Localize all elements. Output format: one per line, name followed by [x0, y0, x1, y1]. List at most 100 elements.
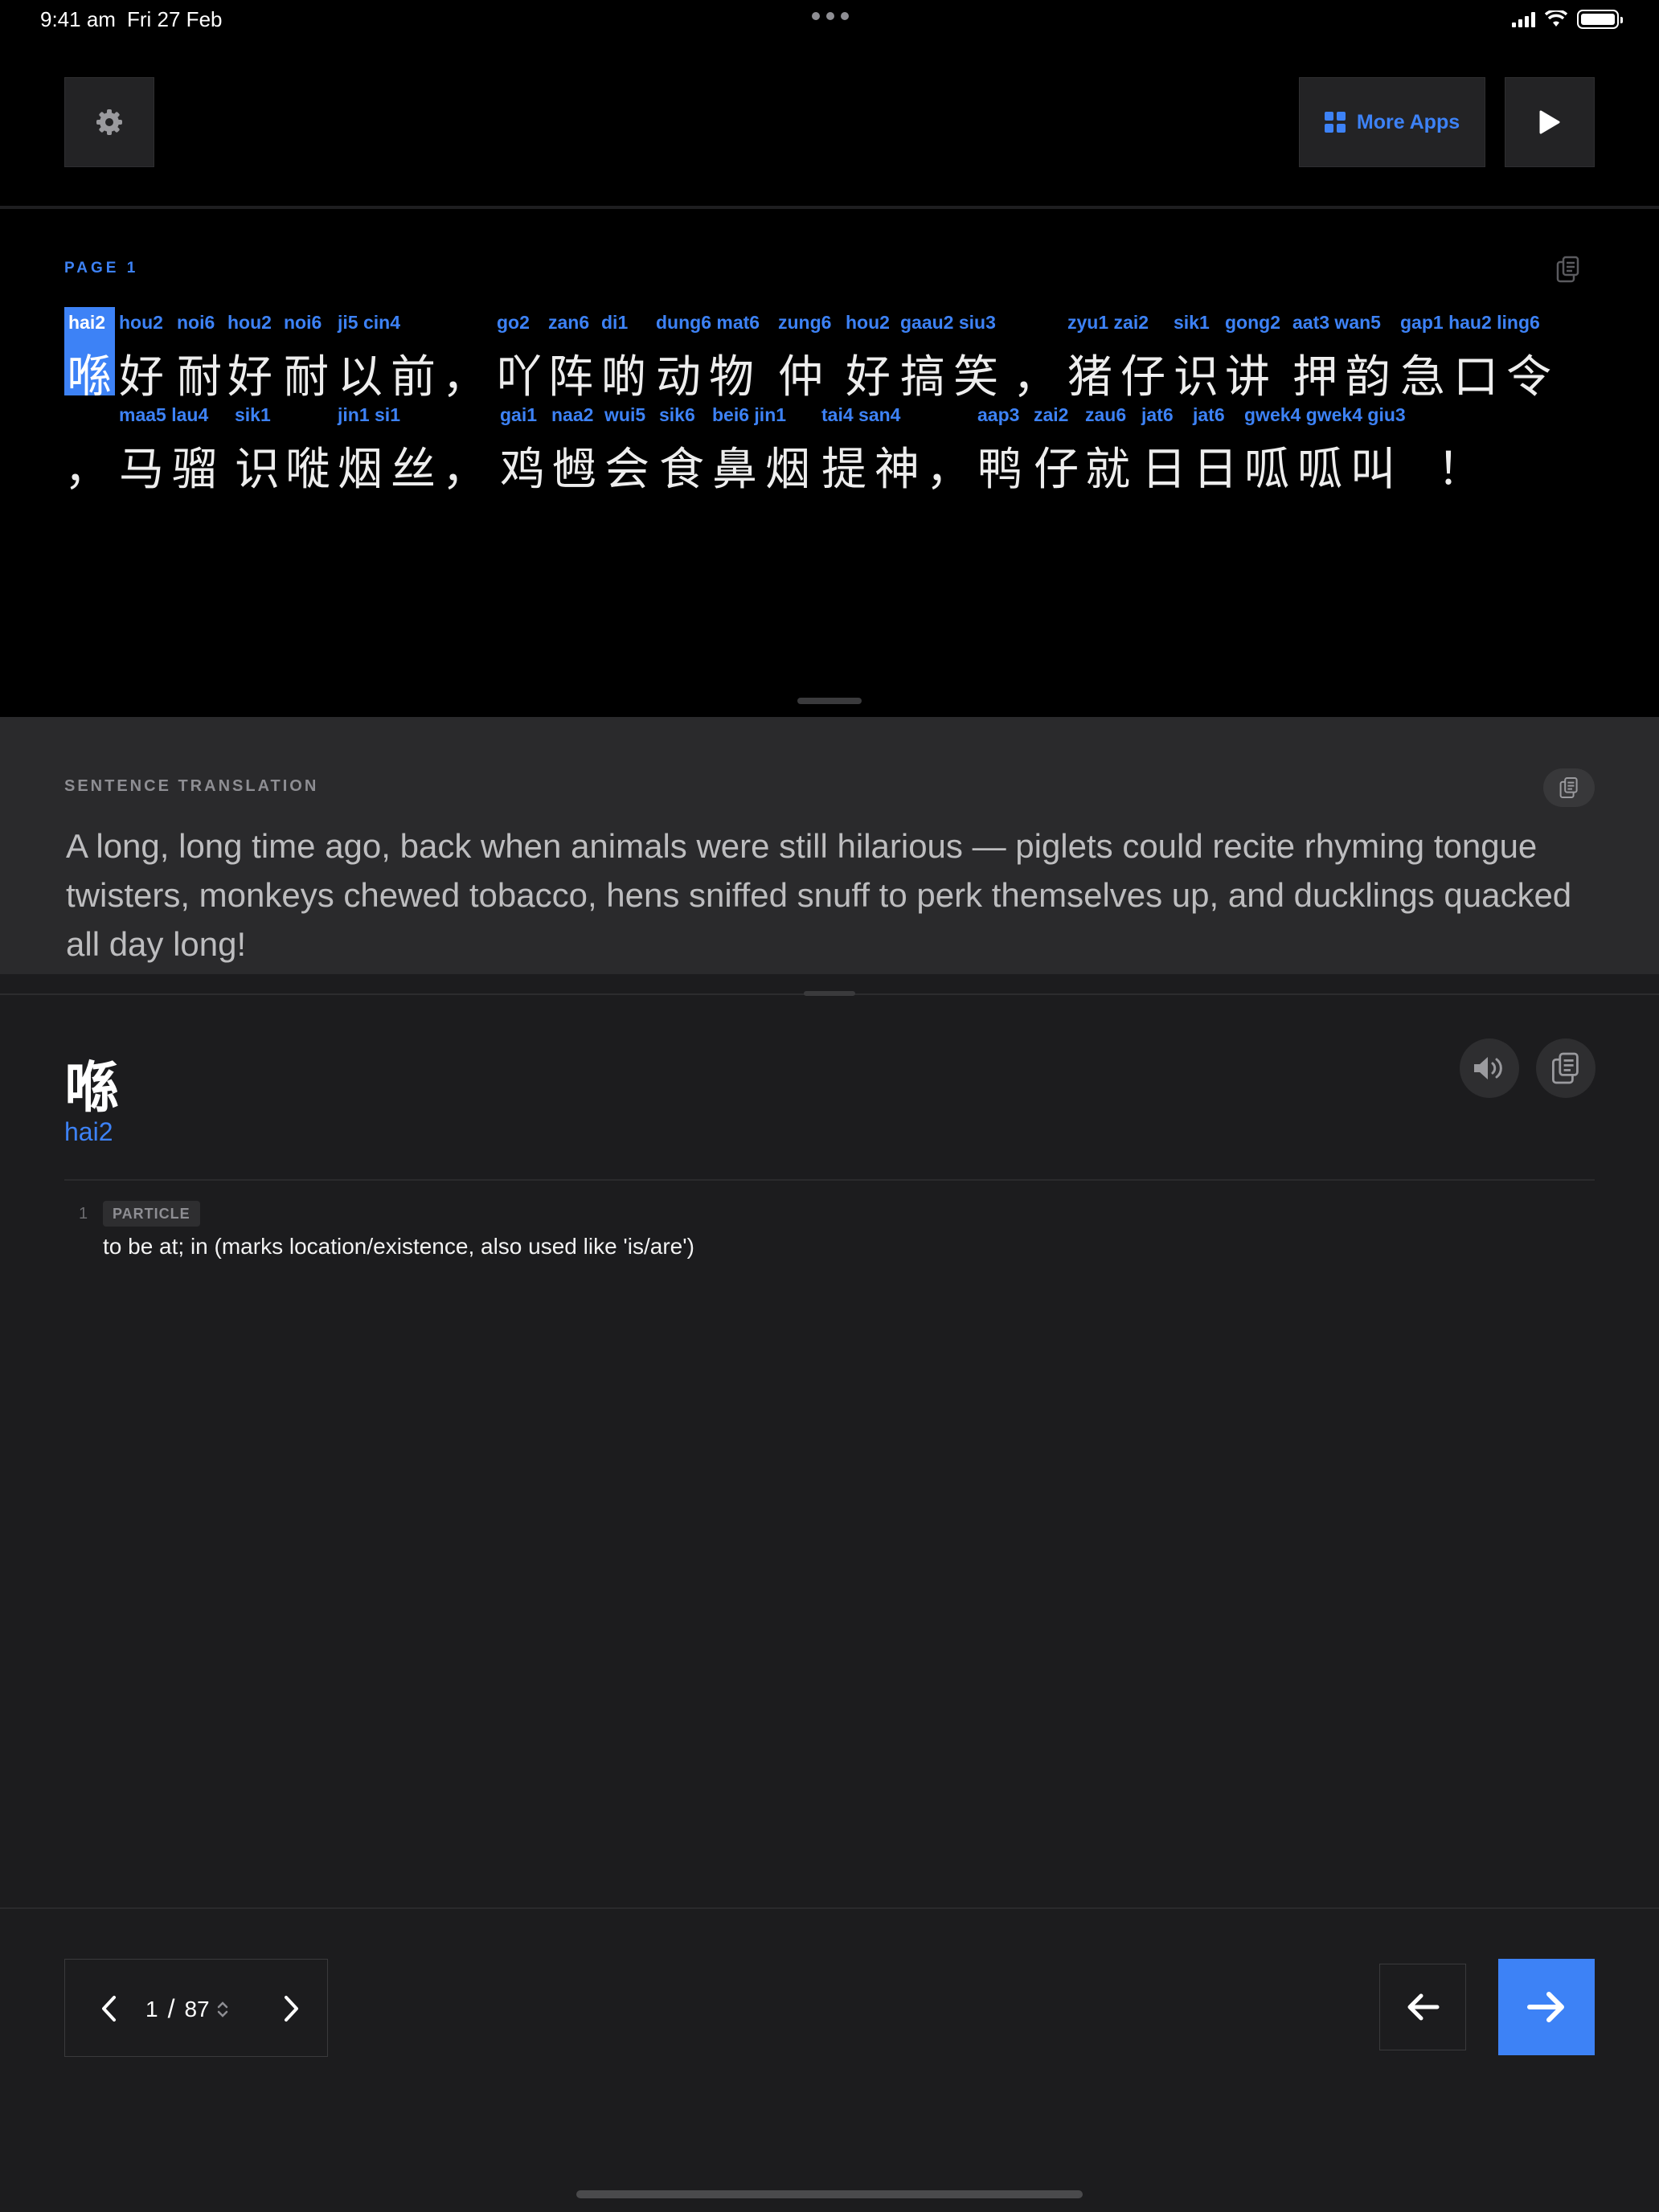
- previous-page-button[interactable]: [89, 1989, 129, 2029]
- token-ruby: noi6: [284, 312, 322, 333]
- copy-word-button[interactable]: [1536, 1038, 1596, 1098]
- punctuation: ！: [1437, 444, 1482, 494]
- token-ruby: hou2: [846, 312, 890, 333]
- token-ruby: gai1: [500, 404, 538, 425]
- token-hanzi: 动物: [656, 351, 762, 403]
- reader-panel: 9:41 am Fri 27 Feb More Apps PAGE 1 hai2…: [0, 0, 1659, 717]
- token-ruby: naa2: [551, 404, 594, 425]
- token-hanzi: 仔: [1034, 444, 1087, 496]
- token-hanzi: 食: [659, 444, 712, 496]
- panel-resize-handle[interactable]: [797, 698, 862, 704]
- punctuation: ，: [1013, 351, 1058, 402]
- token-ruby: jin1 si1: [338, 404, 400, 425]
- page-separator: /: [167, 1994, 175, 2023]
- chevron-right-icon: [285, 1996, 298, 2022]
- token-ruby: hai2: [68, 312, 106, 333]
- copy-icon: [1559, 777, 1578, 798]
- token-hanzi: 嘥: [285, 444, 338, 496]
- token-hanzi: 烟丝: [338, 444, 444, 496]
- token-hanzi: 仲: [778, 351, 831, 403]
- token-ruby: tai4 san4: [821, 404, 901, 425]
- token-ruby: bei6 jin1: [712, 404, 787, 425]
- token-ruby: dung6 mat6: [656, 312, 760, 333]
- more-apps-button[interactable]: More Apps: [1299, 77, 1485, 167]
- token-hanzi: 日: [1141, 444, 1194, 496]
- token-ruby: wui5: [604, 404, 646, 425]
- translation-label: SENTENCE TRANSLATION: [64, 777, 319, 795]
- next-page-button[interactable]: [271, 1989, 311, 2029]
- page-label: PAGE 1: [64, 260, 139, 276]
- punctuation: ，: [442, 351, 487, 402]
- play-button[interactable]: [1505, 77, 1595, 167]
- punctuation: ，: [64, 444, 109, 494]
- total-pages: 87: [184, 1996, 210, 2022]
- speaker-icon: [1474, 1057, 1502, 1079]
- token-ruby: di1: [601, 312, 629, 333]
- punctuation: ，: [442, 444, 487, 494]
- token-hanzi: 耐: [177, 351, 230, 403]
- token-ruby: zung6: [778, 312, 832, 333]
- token-ruby: zan6: [548, 312, 590, 333]
- home-indicator[interactable]: [576, 2190, 1083, 2198]
- token-ruby: noi6: [177, 312, 215, 333]
- token-hanzi: 鸡: [500, 444, 553, 496]
- token-hanzi: 猪仔: [1067, 351, 1174, 403]
- status-indicators: [1512, 10, 1623, 29]
- token-ruby: zai2: [1034, 404, 1069, 425]
- previous-word-button[interactable]: [1379, 1964, 1466, 2050]
- header-divider: [0, 206, 1659, 209]
- current-page: 1: [145, 1996, 158, 2022]
- token-hanzi: 好: [846, 351, 899, 403]
- play-icon: [1539, 110, 1560, 134]
- gear-icon: [96, 109, 122, 135]
- token-hanzi: 识: [1174, 351, 1227, 403]
- token-hanzi: 识: [235, 444, 288, 496]
- translation-panel: SENTENCE TRANSLATION A long, long time a…: [0, 717, 1659, 974]
- translation-text: A long, long time ago, back when animals…: [66, 827, 1572, 963]
- token-hanzi: 马骝: [119, 444, 225, 496]
- token-ruby: hou2: [119, 312, 163, 333]
- page-selector[interactable]: 1 / 87: [145, 1994, 229, 2024]
- token-hanzi: 啲: [601, 351, 654, 403]
- token-hanzi: 阵: [548, 351, 601, 403]
- token-hanzi: 鸭: [977, 444, 1030, 496]
- settings-button[interactable]: [64, 77, 154, 167]
- copy-translation-button[interactable]: [1543, 768, 1595, 807]
- arrow-right-icon: [1527, 1992, 1564, 2022]
- token-ruby: gong2: [1225, 312, 1280, 333]
- dictionary-divider: [64, 1179, 1595, 1181]
- token-ruby: ji5 cin4: [338, 312, 400, 333]
- multitasking-dots-icon[interactable]: [812, 12, 849, 20]
- status-time: 9:41 am: [40, 7, 116, 31]
- token-ruby: gap1 hau2 ling6: [1400, 312, 1540, 333]
- punctuation: ，: [926, 444, 971, 494]
- copy-page-button[interactable]: [1556, 256, 1580, 283]
- stepper-icon: [217, 2001, 227, 2017]
- pronounce-button[interactable]: [1460, 1038, 1519, 1098]
- token-hanzi: 好: [227, 351, 281, 403]
- token-hanzi: 喺: [67, 351, 120, 403]
- status-bar: 9:41 am Fri 27 Feb: [0, 0, 1659, 39]
- part-of-speech-badge: PARTICLE: [103, 1201, 200, 1227]
- token-ruby: gaau2 siu3: [900, 312, 996, 333]
- token-ruby: aap3: [977, 404, 1020, 425]
- status-date: Fri 27 Feb: [127, 7, 223, 31]
- text-line-1: hai2 喺 hou2 好 noi6 耐 hou2 好 noi6 耐 ji5 cin4 以前…: [64, 307, 1608, 403]
- token-ruby: sik1: [1174, 312, 1210, 333]
- word-token-selected[interactable]: hai2 喺: [64, 307, 115, 403]
- token-ruby: maa5 lau4: [119, 404, 209, 425]
- token-ruby: zyu1 zai2: [1067, 312, 1149, 333]
- copy-icon: [1552, 1052, 1579, 1084]
- definition-text: to be at; in (marks location/existence, …: [103, 1234, 694, 1259]
- token-ruby: jat6: [1141, 404, 1174, 425]
- token-hanzi: 吖: [497, 351, 550, 403]
- token-hanzi: 好: [119, 351, 172, 403]
- token-ruby: go2: [497, 312, 530, 333]
- dictionary-jyutping: hai2: [64, 1117, 113, 1146]
- text-line-2: ， maa5 lau4 马骝 sik1 识 嘥 jin1 si1 烟丝 ， gai1 鸡…: [64, 399, 1608, 496]
- token-ruby: jat6: [1193, 404, 1225, 425]
- token-ruby: zau6: [1085, 404, 1127, 425]
- dictionary-headword: 喺: [64, 1057, 120, 1120]
- translation-resize-handle[interactable]: [804, 991, 855, 996]
- next-word-button[interactable]: [1498, 1959, 1595, 2055]
